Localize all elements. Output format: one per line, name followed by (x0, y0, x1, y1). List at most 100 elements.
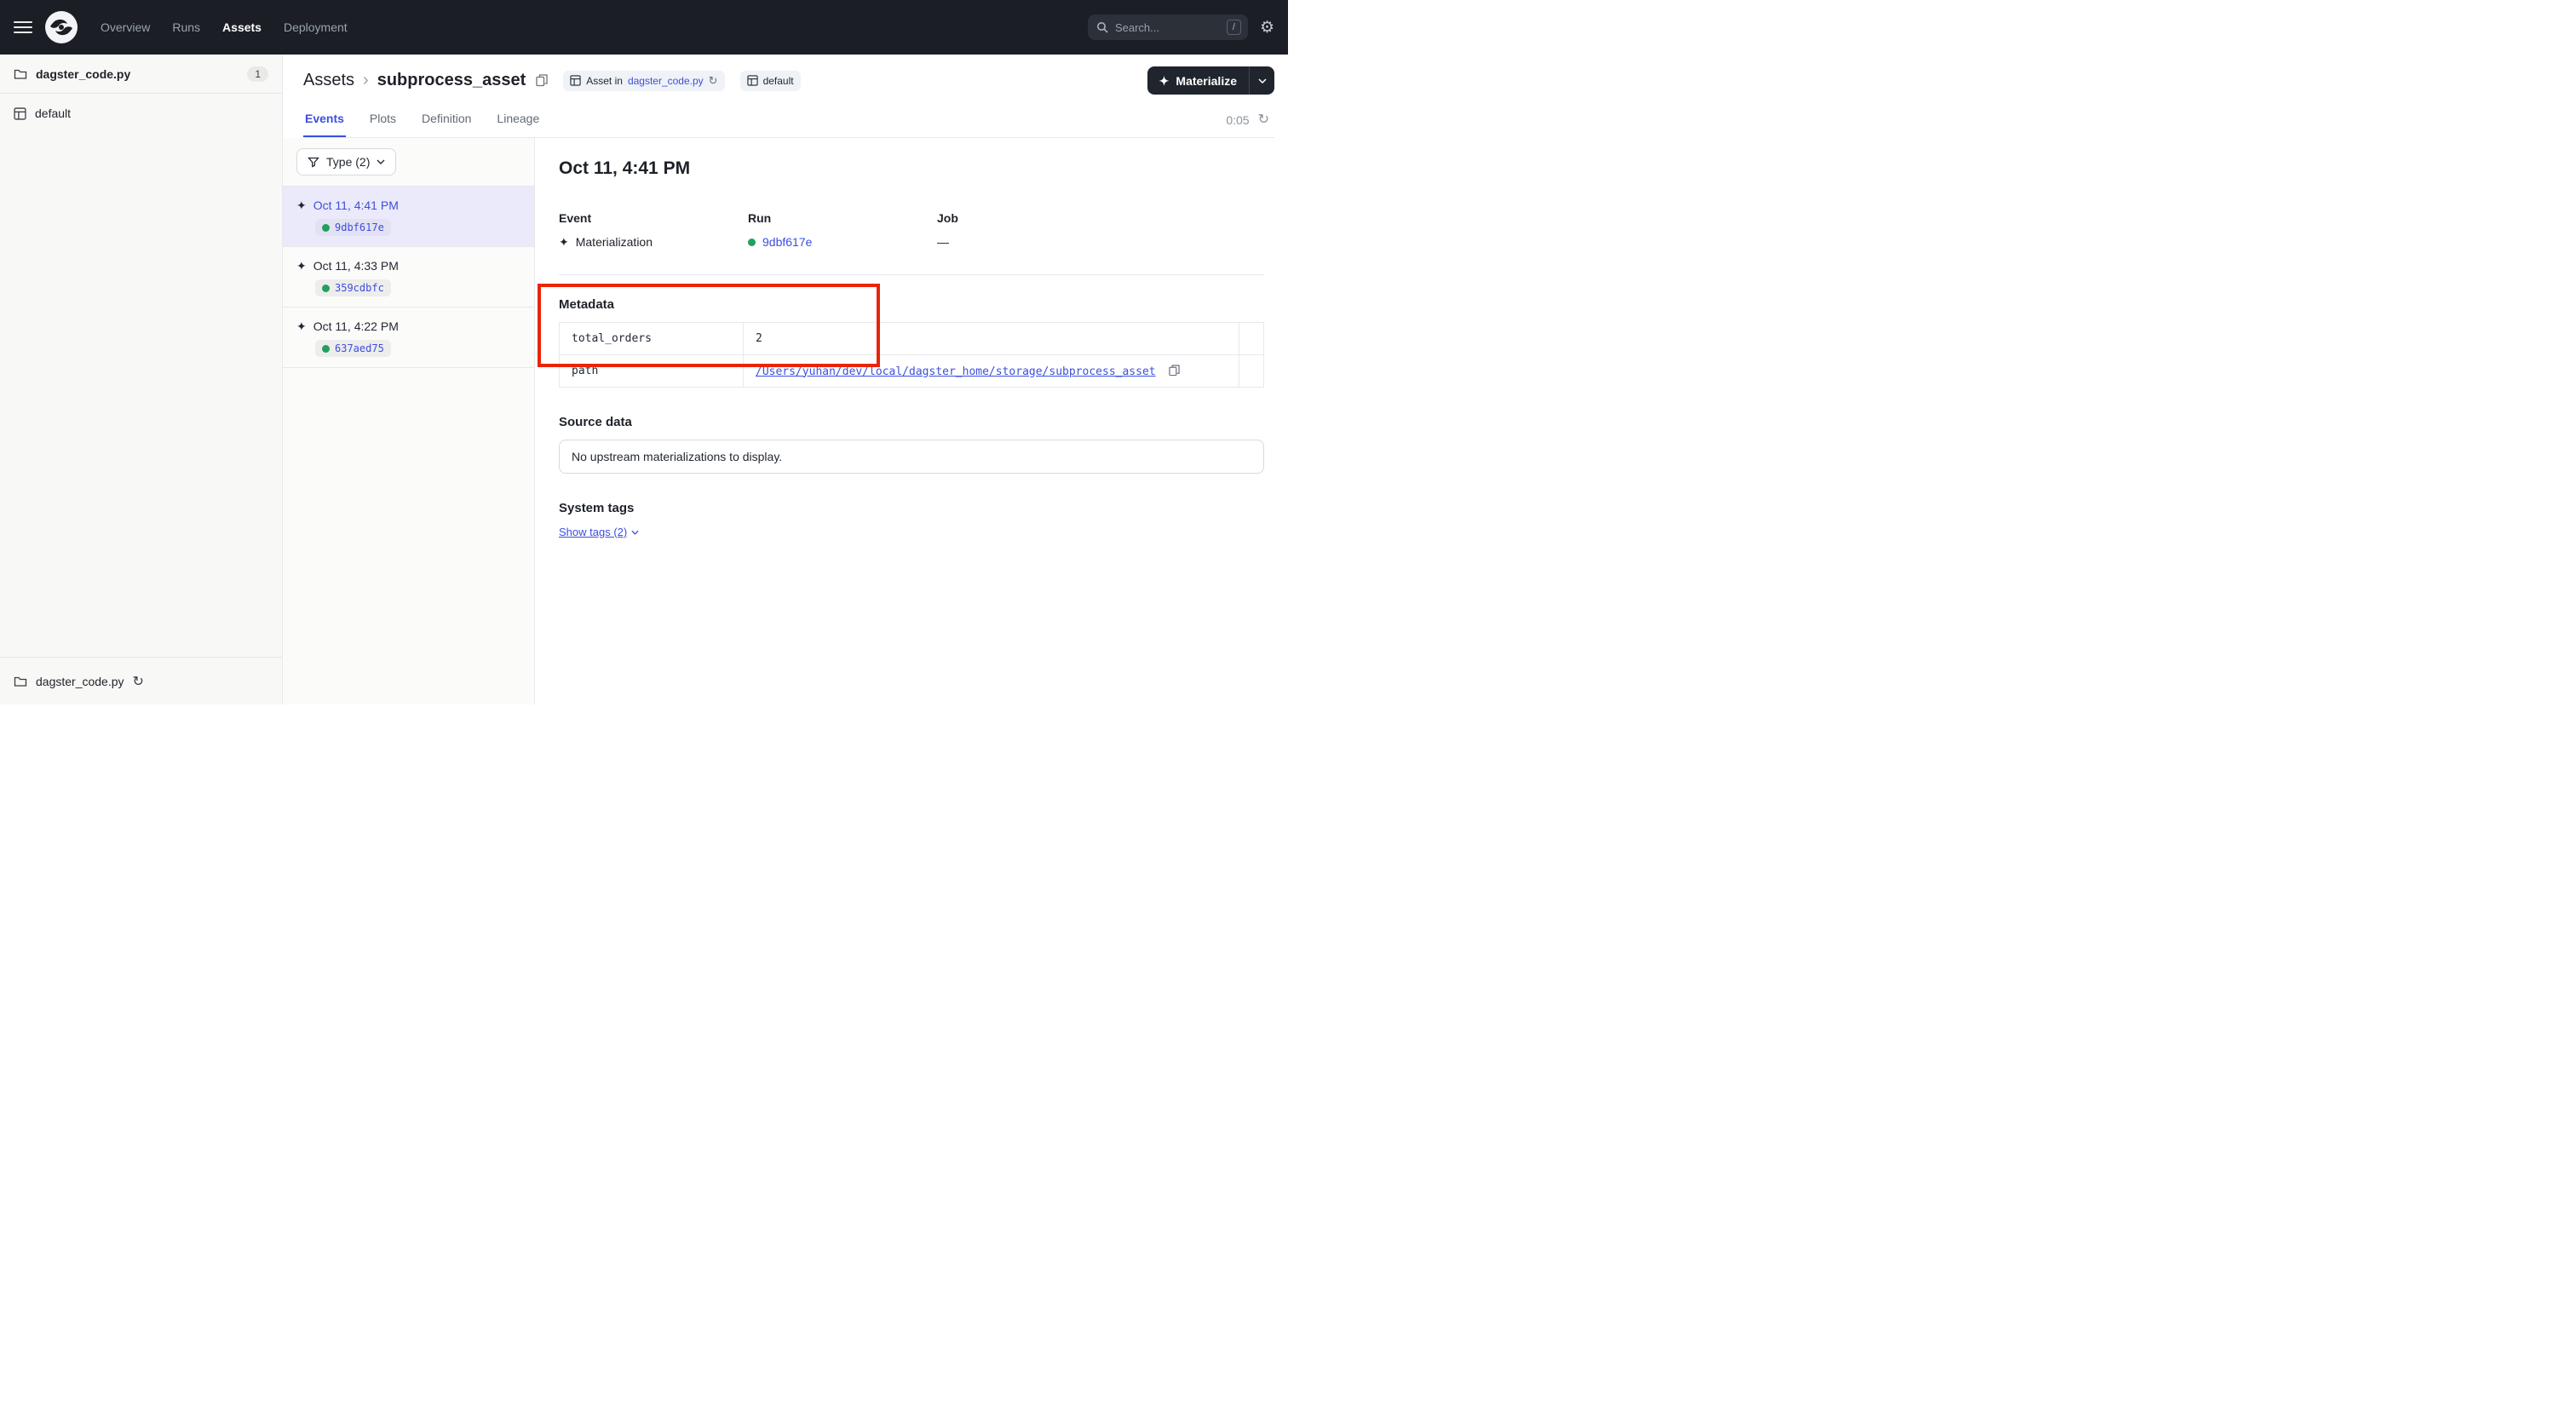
event-summary-row: Event ✦ Materialization Run 9dbf617e (559, 211, 1264, 249)
event-detail-pane: Oct 11, 4:41 PM Event ✦ Materialization … (535, 138, 1288, 704)
event-run-id: 9dbf617e (335, 221, 384, 233)
dagster-app: Overview Runs Assets Deployment Search..… (0, 0, 1288, 704)
materialize-split-button: ✦ Materialize (1147, 66, 1274, 95)
metadata-action-cell (1239, 323, 1264, 355)
chevron-down-icon (1258, 78, 1267, 83)
materialize-dropdown-button[interactable] (1249, 66, 1274, 95)
hamburger-menu-icon[interactable] (14, 21, 32, 33)
event-list-item[interactable]: ✦ Oct 11, 4:22 PM 637aed75 (283, 308, 534, 368)
events-list-panel: Type (2) ✦ Oct 11, 4:41 PM 9dbf617e (283, 138, 535, 704)
breadcrumb-separator: › (363, 71, 369, 90)
event-list-item[interactable]: ✦ Oct 11, 4:33 PM 359cdbfc (283, 247, 534, 308)
folder-icon (14, 675, 27, 688)
tab-bar: Events Plots Definition Lineage 0:05 ↻ (303, 108, 1274, 138)
job-value: — (937, 235, 949, 249)
event-run-id-pill[interactable]: 359cdbfc (315, 279, 391, 296)
copy-asset-name-icon[interactable] (536, 74, 548, 87)
chevron-down-icon (631, 530, 639, 535)
search-shortcut-key: / (1227, 20, 1241, 35)
metadata-action-cell (1239, 355, 1264, 388)
run-status-dot (322, 224, 330, 232)
metadata-row: total_orders 2 (560, 323, 1264, 355)
event-detail-title: Oct 11, 4:41 PM (559, 158, 1264, 179)
nav-item-deployment[interactable]: Deployment (284, 20, 348, 34)
search-input[interactable]: Search... / (1088, 14, 1248, 40)
sidebar-item-code-location[interactable]: dagster_code.py 1 (0, 55, 282, 94)
run-id-link[interactable]: 9dbf617e (762, 235, 812, 249)
materialize-label: Materialize (1176, 74, 1237, 88)
asset-detail-page: Assets › subprocess_asset Asset in dagst… (283, 55, 1288, 704)
event-column-label: Event (559, 211, 748, 225)
asset-group-tag[interactable]: default (740, 71, 801, 91)
code-location-count-badge: 1 (247, 66, 268, 82)
tab-events[interactable]: Events (303, 108, 346, 137)
tab-plots[interactable]: Plots (368, 108, 398, 137)
metadata-section: Metadata total_orders 2 path (559, 297, 1264, 388)
event-run-id: 359cdbfc (335, 282, 384, 294)
source-data-empty-message: No upstream materializations to display. (559, 440, 1264, 474)
show-tags-toggle[interactable]: Show tags (2) (559, 526, 639, 538)
type-filter-label: Type (2) (326, 155, 370, 169)
code-location-label: dagster_code.py (36, 67, 130, 81)
reload-code-location-icon[interactable]: ↻ (133, 673, 144, 690)
metadata-row: path /Users/yuhan/dev/local/dagster_home… (560, 355, 1264, 388)
event-type-value: Materialization (576, 235, 653, 249)
navbar-links: Overview Runs Assets Deployment (101, 20, 348, 34)
materialize-button[interactable]: ✦ Materialize (1147, 66, 1249, 95)
table-icon (570, 75, 581, 86)
copy-path-icon[interactable] (1169, 365, 1180, 377)
events-filter-row: Type (2) (283, 138, 534, 187)
event-time-label: Oct 11, 4:41 PM (313, 198, 399, 212)
system-tags-section: System tags Show tags (2) (559, 501, 1264, 538)
chevron-down-icon (377, 159, 385, 164)
sidebar-item-group-default[interactable]: default (0, 94, 282, 133)
page-title-asset-name: subprocess_asset (377, 71, 526, 90)
metadata-key: total_orders (560, 323, 744, 355)
job-column-label: Job (937, 211, 1264, 225)
refresh-timer: 0:05 (1226, 113, 1249, 127)
sidebar-footer-code-location[interactable]: dagster_code.py ↻ (0, 657, 282, 704)
asset-location-link[interactable]: dagster_code.py (628, 75, 704, 87)
run-status-dot (322, 345, 330, 353)
footer-code-location-label: dagster_code.py (36, 675, 124, 688)
asset-group-icon (747, 75, 758, 86)
breadcrumb-assets-link[interactable]: Assets (303, 71, 354, 90)
page-header: Assets › subprocess_asset Asset in dagst… (283, 55, 1288, 138)
event-run-id-pill[interactable]: 637aed75 (315, 340, 391, 357)
run-status-dot (322, 285, 330, 292)
run-status-dot (748, 239, 756, 246)
system-tags-heading: System tags (559, 501, 1264, 515)
source-data-section: Source data No upstream materializations… (559, 415, 1264, 474)
search-icon (1096, 21, 1108, 33)
top-navbar: Overview Runs Assets Deployment Search..… (0, 0, 1288, 55)
reload-location-icon[interactable]: ↻ (709, 74, 718, 88)
show-tags-label: Show tags (2) (559, 526, 627, 538)
nav-item-assets[interactable]: Assets (222, 20, 262, 34)
metadata-path-link[interactable]: /Users/yuhan/dev/local/dagster_home/stor… (756, 365, 1156, 378)
event-list-item[interactable]: ✦ Oct 11, 4:41 PM 9dbf617e (283, 187, 534, 247)
asset-group-icon (14, 107, 26, 120)
source-data-heading: Source data (559, 415, 1264, 429)
refresh-icon[interactable]: ↻ (1258, 113, 1269, 127)
type-filter-button[interactable]: Type (2) (296, 148, 396, 175)
section-divider (559, 274, 1264, 275)
tab-lineage[interactable]: Lineage (495, 108, 541, 137)
materialization-event-icon: ✦ (296, 320, 307, 332)
dagster-logo[interactable] (44, 10, 78, 44)
materialization-icon: ✦ (559, 236, 569, 248)
gear-icon[interactable]: ⚙ (1260, 20, 1274, 36)
event-run-id: 637aed75 (335, 342, 384, 354)
materialize-sparkle-icon: ✦ (1159, 75, 1170, 87)
nav-item-runs[interactable]: Runs (172, 20, 200, 34)
materialization-event-icon: ✦ (296, 260, 307, 272)
asset-location-prefix: Asset in (586, 75, 623, 87)
asset-location-tag: Asset in dagster_code.py ↻ (563, 71, 724, 91)
filter-funnel-icon (308, 156, 319, 168)
materialization-event-icon: ✦ (296, 199, 307, 211)
asset-catalog-sidebar: dagster_code.py 1 default dagster_code.p… (0, 55, 283, 704)
nav-item-overview[interactable]: Overview (101, 20, 150, 34)
event-run-id-pill[interactable]: 9dbf617e (315, 219, 391, 236)
event-time-label: Oct 11, 4:22 PM (313, 319, 399, 333)
tab-definition[interactable]: Definition (420, 108, 473, 137)
event-time-label: Oct 11, 4:33 PM (313, 259, 399, 273)
